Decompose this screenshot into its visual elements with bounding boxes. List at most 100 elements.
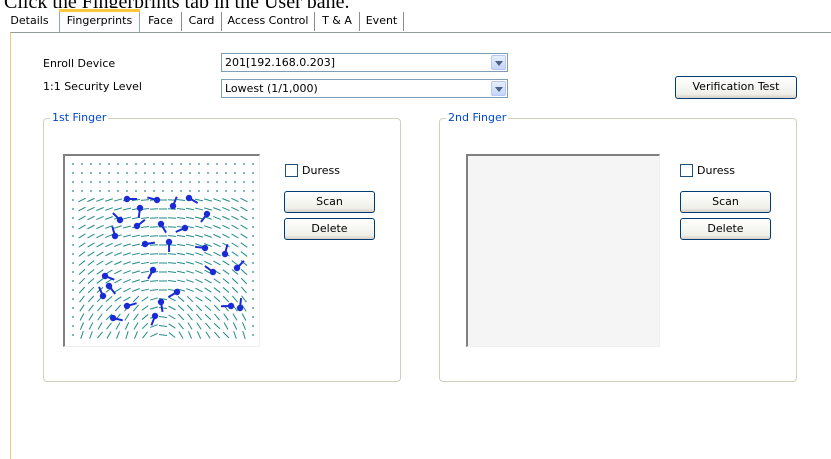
tab-access-control[interactable]: Access Control <box>222 12 315 31</box>
ridge-line <box>168 254 176 255</box>
ridge-dot <box>252 172 254 174</box>
ridge-line <box>195 244 203 246</box>
ridge-line <box>105 199 113 202</box>
ridge-line <box>125 322 128 329</box>
ridge-line <box>178 314 184 320</box>
minutia-point <box>158 221 164 227</box>
ridge-line <box>142 314 148 319</box>
ridge-line <box>96 234 103 238</box>
ridge-line <box>223 287 229 292</box>
ridge-dot <box>72 235 74 237</box>
minutia-point <box>150 267 156 273</box>
ridge-line <box>168 227 176 228</box>
ridge-dot <box>135 181 137 183</box>
ridge-line <box>80 322 83 329</box>
ridge-line <box>213 243 220 246</box>
tab-fingerprints[interactable]: Fingerprints <box>59 9 140 32</box>
ridge-dot <box>216 190 218 192</box>
ridge-line <box>204 261 211 264</box>
ridge-dot <box>144 172 146 174</box>
minutia-point <box>237 305 243 311</box>
ridge-dot <box>171 181 173 183</box>
first-finger-delete-button[interactable]: Delete <box>284 218 375 240</box>
first-finger-scan-button[interactable]: Scan <box>284 191 375 213</box>
ridge-dot <box>144 190 146 192</box>
minutia-point <box>152 313 158 319</box>
ridge-line <box>115 288 122 292</box>
ridge-dot <box>162 172 164 174</box>
ridge-line <box>123 279 130 282</box>
ridge-line <box>186 235 194 237</box>
ridge-dot <box>234 163 236 165</box>
ridge-dot <box>252 235 254 237</box>
ridge-line <box>204 235 212 238</box>
ridge-line <box>168 236 176 237</box>
ridge-dot <box>252 280 254 282</box>
ridge-dot <box>90 190 92 192</box>
security-level-select[interactable]: Lowest (1/1,000) <box>221 79 508 98</box>
minutia-point <box>158 299 164 305</box>
ridge-line <box>87 198 94 201</box>
second-finger-duress-checkbox[interactable]: Duress <box>680 164 735 177</box>
ridge-dot <box>90 163 92 165</box>
ridge-line <box>232 287 238 293</box>
ridge-dot <box>72 199 74 201</box>
ridge-line <box>243 331 245 339</box>
minutia-point <box>110 315 116 321</box>
ridge-dot <box>144 181 146 183</box>
ridge-line <box>125 314 129 321</box>
ridge-dot <box>252 271 254 273</box>
ridge-line <box>90 331 93 339</box>
ridge-line <box>205 314 211 320</box>
ridge-line <box>232 261 238 266</box>
minutia-point <box>234 265 240 271</box>
ridge-dot <box>153 181 155 183</box>
ridge-line <box>205 297 211 302</box>
ridge-dot <box>180 163 182 165</box>
ridge-line <box>105 252 112 256</box>
ridge-dot <box>252 334 254 336</box>
tab-t-and-a[interactable]: T & A <box>315 12 360 31</box>
chevron-down-icon[interactable] <box>491 81 506 96</box>
ridge-line <box>186 289 193 292</box>
second-finger-delete-button[interactable]: Delete <box>680 218 771 240</box>
ridge-line <box>89 314 93 321</box>
ridge-dot <box>117 163 119 165</box>
tab-details[interactable]: Details <box>0 12 60 31</box>
verification-test-button[interactable]: Verification Test <box>675 76 797 99</box>
ridge-line <box>123 217 131 219</box>
ridge-line <box>231 216 238 220</box>
ridge-line <box>215 314 220 320</box>
second-finger-duress-label: Duress <box>697 164 735 177</box>
minutia-point <box>222 251 228 257</box>
checkbox-box[interactable] <box>285 164 298 177</box>
ridge-line <box>87 216 94 220</box>
first-finger-duress-checkbox[interactable]: Duress <box>285 164 340 177</box>
ridge-line <box>132 271 140 273</box>
ridge-line <box>106 305 112 311</box>
ridge-line <box>88 296 93 302</box>
ridge-line <box>114 252 121 255</box>
enroll-device-select[interactable]: 201[192.168.0.203] <box>221 53 508 72</box>
checkbox-box[interactable] <box>680 164 693 177</box>
ridge-line <box>97 261 104 265</box>
ridge-line <box>186 271 194 273</box>
ridge-dot <box>252 199 254 201</box>
ridge-line <box>141 200 149 201</box>
tab-card[interactable]: Card <box>182 12 222 31</box>
ridge-line <box>241 287 246 293</box>
ridge-line <box>196 297 203 301</box>
tab-face[interactable]: Face <box>140 12 182 31</box>
ridge-line <box>177 280 185 282</box>
ridge-dot <box>81 172 83 174</box>
chevron-down-icon[interactable] <box>491 55 506 70</box>
ridge-line <box>214 332 219 338</box>
ridge-dot <box>252 316 254 318</box>
ridge-dot <box>216 163 218 165</box>
ridge-line <box>177 209 185 210</box>
ridge-dot <box>252 244 254 246</box>
fingerprint-image-icon <box>65 156 259 346</box>
second-finger-scan-button[interactable]: Scan <box>680 191 771 213</box>
tab-event[interactable]: Event <box>360 12 404 31</box>
ridge-line <box>214 323 220 328</box>
